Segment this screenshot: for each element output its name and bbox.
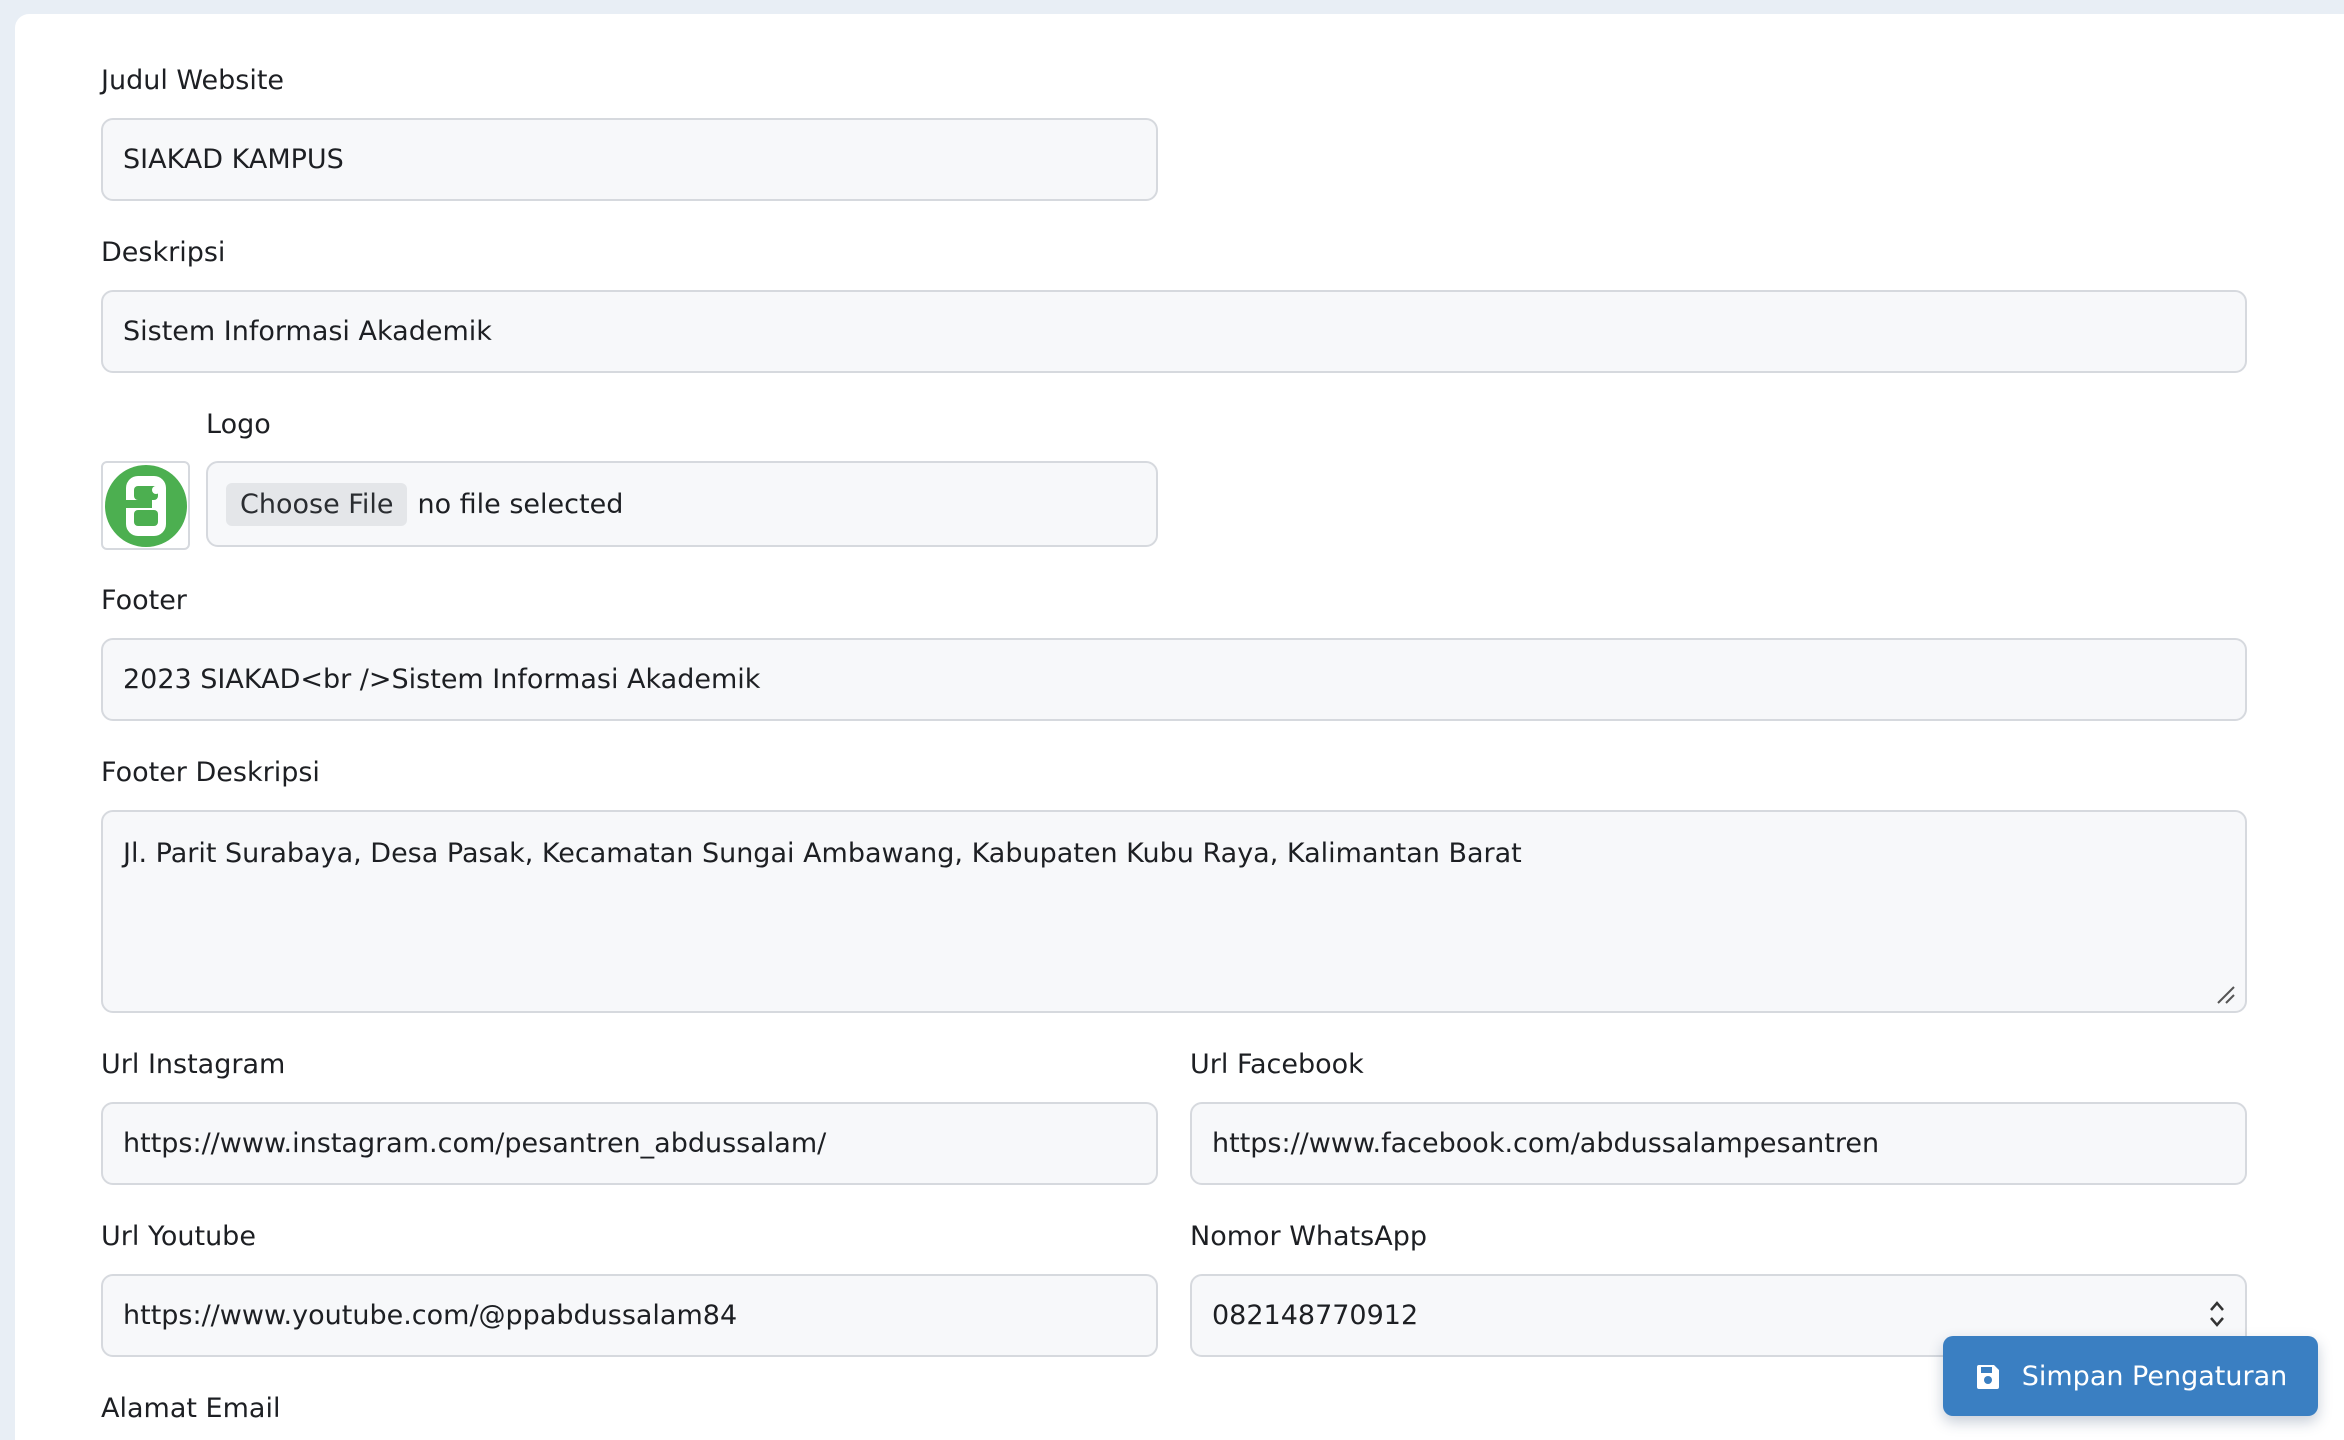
instagram-label: Url Instagram — [101, 1049, 286, 1080]
resize-grip-icon[interactable] — [2214, 983, 2236, 1005]
logo-file-input[interactable]: Choose File no file selected — [206, 461, 1158, 547]
judul-website-label: Judul Website — [101, 65, 285, 96]
save-icon — [1976, 1365, 1999, 1389]
facebook-input[interactable] — [1190, 1102, 2247, 1185]
logo-label: Logo — [206, 409, 271, 440]
number-spinner-icon[interactable] — [2207, 1296, 2227, 1332]
footer-label: Footer — [101, 585, 187, 616]
judul-website-input[interactable] — [101, 118, 1158, 201]
youtube-label: Url Youtube — [101, 1221, 256, 1252]
footer-input[interactable] — [101, 638, 2247, 721]
save-settings-label: Simpan Pengaturan — [2021, 1360, 2288, 1392]
facebook-label: Url Facebook — [1190, 1049, 1364, 1080]
email-label: Alamat Email — [101, 1393, 281, 1424]
logo-preview — [101, 461, 190, 550]
save-settings-button[interactable]: Simpan Pengaturan — [1943, 1336, 2318, 1416]
file-status: no file selected — [417, 488, 624, 520]
youtube-input[interactable] — [101, 1274, 1158, 1357]
whatsapp-label: Nomor WhatsApp — [1190, 1221, 1427, 1252]
logo-icon — [104, 464, 187, 547]
instagram-input[interactable] — [101, 1102, 1158, 1185]
settings-card — [15, 14, 2344, 1440]
deskripsi-label: Deskripsi — [101, 237, 226, 268]
deskripsi-input[interactable] — [101, 290, 2247, 373]
choose-file-button[interactable]: Choose File — [226, 482, 408, 526]
footer-deskripsi-textarea[interactable]: Jl. Parit Surabaya, Desa Pasak, Kecamata… — [101, 810, 2247, 1013]
footer-deskripsi-label: Footer Deskripsi — [101, 757, 320, 788]
